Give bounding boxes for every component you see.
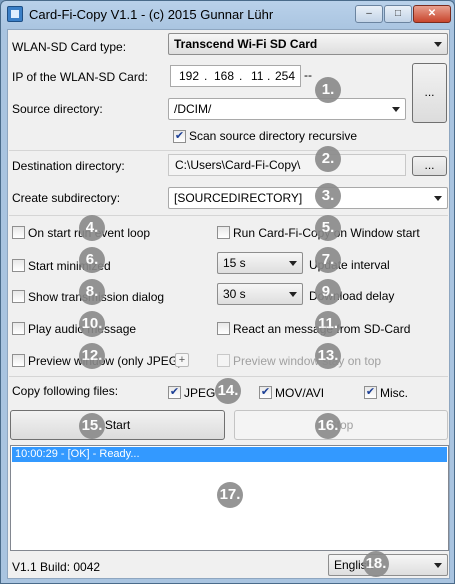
subdirectory-label: Create subdirectory: (12, 191, 121, 205)
divider (9, 215, 448, 216)
misc-checkbox[interactable] (364, 386, 377, 399)
mov-avi-label: MOV/AVI (275, 386, 325, 400)
update-interval-select[interactable]: 15 s (217, 252, 303, 274)
subdirectory-select[interactable]: [SOURCEDIRECTORY] (168, 187, 448, 209)
browse-destination-button[interactable]: ... (412, 156, 447, 176)
callout-badge: 9. (315, 279, 341, 305)
callout-badge: 13. (315, 343, 341, 369)
plus-icon[interactable]: + (175, 353, 189, 367)
destination-directory-field[interactable]: C:\Users\Card-Fi-Copy\ (168, 154, 406, 176)
subdirectory-value: [SOURCEDIRECTORY] (174, 191, 303, 205)
preview-window-label: Preview window (only JPEG) (28, 354, 183, 368)
ip-address-input[interactable]: 192 . 168 . 11 . 254 (170, 65, 301, 87)
log-entry[interactable]: 10:00:29 - [OK] - Ready... (12, 447, 447, 462)
source-directory-select[interactable]: /DCIM/ (168, 98, 406, 120)
scan-recursive-label: Scan source directory recursive (189, 129, 358, 143)
source-directory-value: /DCIM/ (174, 102, 212, 116)
stop-button[interactable]: Stop (234, 410, 448, 440)
start-minimized-checkbox[interactable] (12, 259, 25, 272)
run-on-start-checkbox[interactable] (217, 226, 230, 239)
source-directory-label: Source directory: (12, 102, 103, 116)
title-bar: Card-Fi-Copy V1.1 - (c) 2015 Gunnar Lühr… (1, 1, 454, 29)
ip-octet-3[interactable]: 11 (251, 69, 263, 83)
chevron-down-icon (434, 196, 442, 201)
card-type-select[interactable]: Transcend Wi-Fi SD Card (168, 33, 448, 55)
update-interval-value: 15 s (223, 256, 246, 270)
callout-badge: 5. (315, 215, 341, 241)
callout-badge: 6. (79, 247, 105, 273)
side-action-button[interactable]: ... (412, 63, 447, 123)
divider (9, 150, 448, 151)
chevron-down-icon (434, 42, 442, 47)
callout-badge: 4. (79, 215, 105, 241)
chevron-down-icon (434, 563, 442, 568)
app-window: Card-Fi-Copy V1.1 - (c) 2015 Gunnar Lühr… (0, 0, 455, 584)
window-title: Card-Fi-Copy V1.1 - (c) 2015 Gunnar Lühr (29, 7, 274, 22)
preview-window-checkbox[interactable] (12, 354, 25, 367)
preview-on-top-label: Preview window stay on top (233, 354, 382, 368)
ip-dot: . (239, 69, 243, 83)
show-dialog-checkbox[interactable] (12, 290, 25, 303)
download-delay-value: 30 s (223, 287, 246, 301)
copy-files-label: Copy following files: (12, 384, 119, 398)
app-icon (7, 6, 23, 22)
callout-badge: 2. (315, 146, 341, 172)
build-label: V1.1 Build: 0042 (12, 560, 101, 574)
card-type-value: Transcend Wi-Fi SD Card (174, 37, 318, 51)
callout-badge: 18. (363, 551, 389, 577)
jpeg-label: JPEG (184, 386, 216, 400)
callout-badge: 17. (217, 482, 243, 508)
event-loop-checkbox[interactable] (12, 226, 25, 239)
ip-octet-1[interactable]: 192 (179, 69, 199, 83)
chevron-down-icon (392, 107, 400, 112)
ip-octet-4[interactable]: 254 (275, 69, 295, 83)
ip-dot: . (267, 69, 271, 83)
minimize-button[interactable]: – (355, 5, 383, 23)
react-message-checkbox[interactable] (217, 322, 230, 335)
divider (9, 376, 448, 377)
start-button[interactable]: Start (10, 410, 225, 440)
callout-badge: 16. (315, 413, 341, 439)
ip-label: IP of the WLAN-SD Card: (12, 70, 148, 84)
callout-badge: 11. (315, 311, 341, 337)
callout-badge: 8. (79, 279, 105, 305)
preview-on-top-checkbox[interactable] (217, 354, 230, 367)
mov-avi-checkbox[interactable] (259, 386, 272, 399)
download-delay-select[interactable]: 30 s (217, 283, 303, 305)
play-audio-checkbox[interactable] (12, 322, 25, 335)
close-button[interactable]: ✕ (413, 5, 451, 23)
chevron-down-icon (289, 292, 297, 297)
callout-badge: 10. (79, 311, 105, 337)
callout-badge: 12. (79, 343, 105, 369)
ip-suffix: -- (304, 68, 312, 82)
callout-badge: 14. (215, 378, 241, 404)
misc-label: Misc. (380, 386, 408, 400)
chevron-down-icon (289, 261, 297, 266)
maximize-button[interactable]: □ (384, 5, 412, 23)
callout-badge: 1. (315, 77, 341, 103)
jpeg-checkbox[interactable] (168, 386, 181, 399)
callout-badge: 7. (315, 247, 341, 273)
scan-recursive-checkbox[interactable] (173, 130, 186, 143)
destination-directory-label: Destination directory: (12, 159, 125, 173)
ip-octet-2[interactable]: 168 (214, 69, 234, 83)
callout-badge: 15. (79, 413, 105, 439)
card-type-label: WLAN-SD Card type: (12, 40, 127, 54)
ip-dot: . (204, 69, 208, 83)
callout-badge: 3. (315, 183, 341, 209)
